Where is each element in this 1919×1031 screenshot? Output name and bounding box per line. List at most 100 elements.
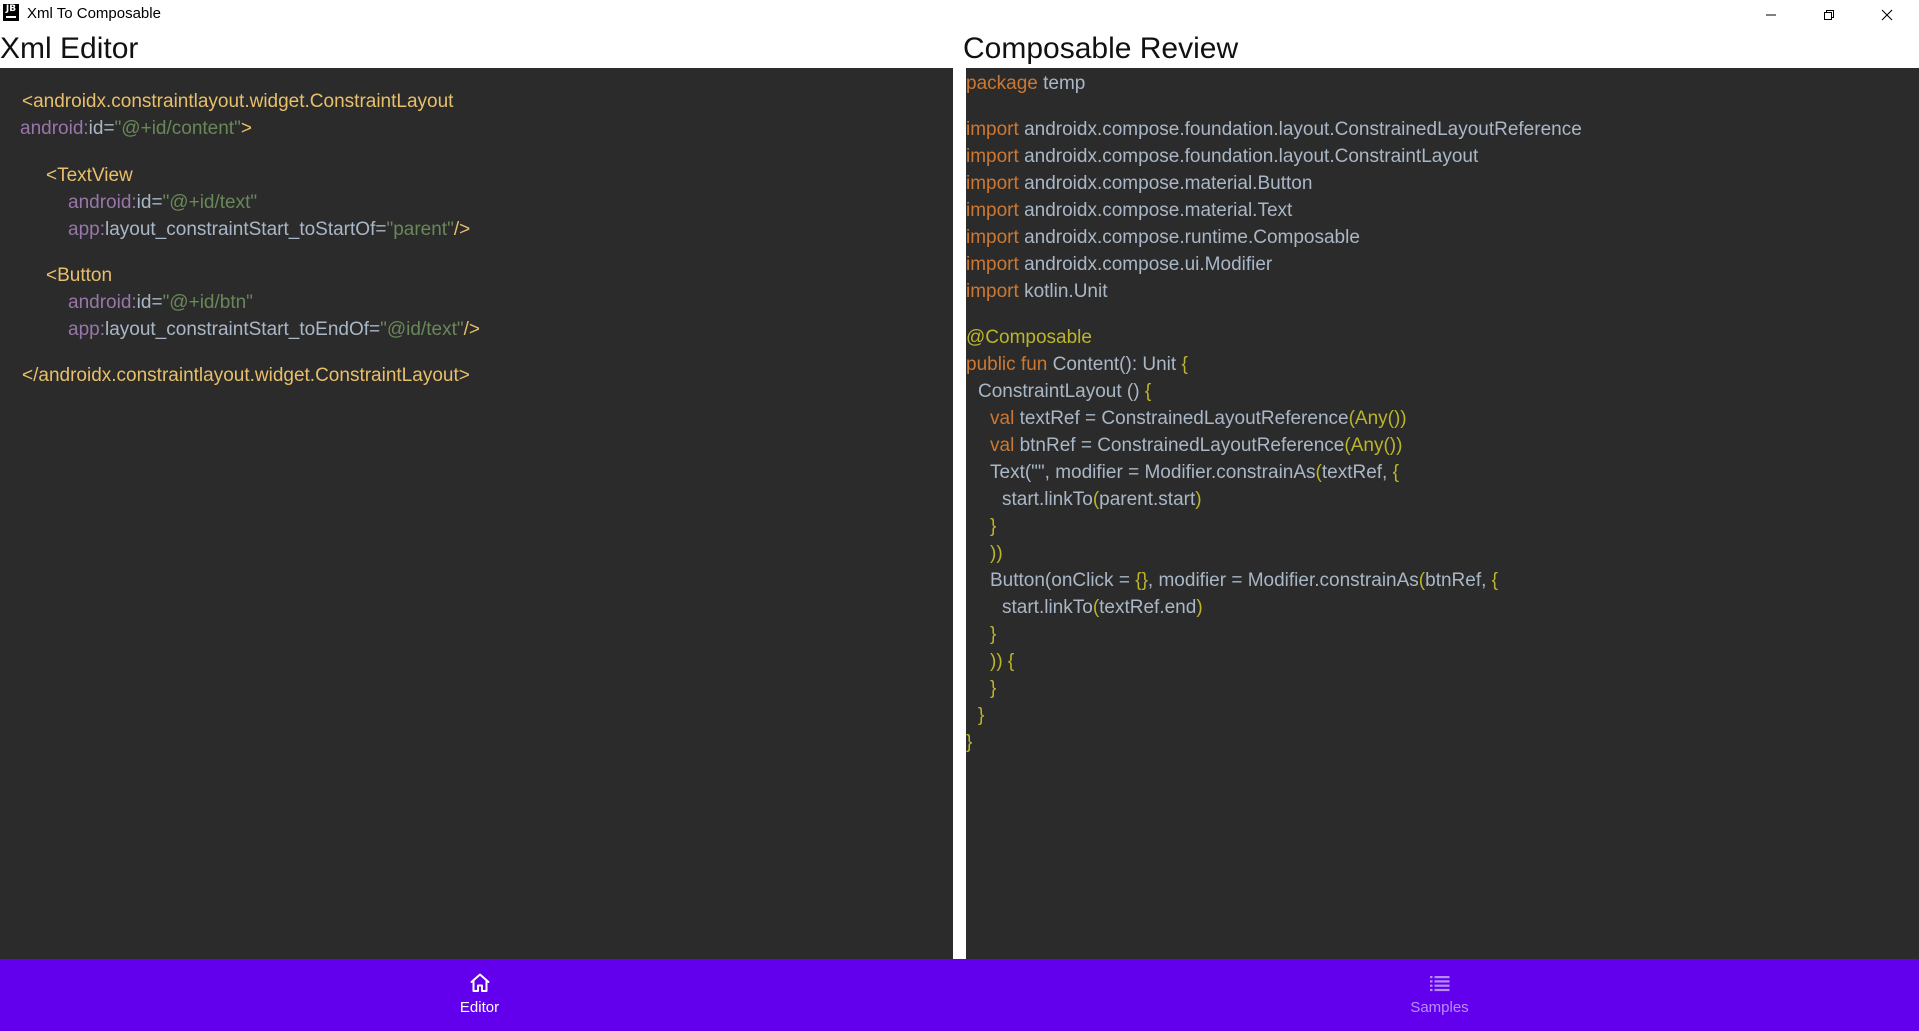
code-token: androidx.compose.foundation.layout.Const…: [1018, 119, 1582, 140]
code-line: val textRef = ConstrainedLayoutReference…: [990, 407, 1407, 431]
code-line: <androidx.constraintlayout.widget.Constr…: [22, 90, 453, 114]
code-token: androidx.compose.material.Button: [1018, 173, 1313, 194]
code-line: ConstraintLayout () {: [978, 380, 1151, 404]
code-token: layout_constraintStart_toEndOf=: [104, 319, 381, 340]
code-token: temp: [1037, 73, 1086, 94]
app-logo-icon: JB: [3, 4, 19, 21]
code-line: import androidx.compose.foundation.layou…: [966, 145, 1478, 169]
code-token: import: [966, 200, 1019, 221]
code-token: app:: [68, 219, 105, 240]
code-line: import androidx.compose.runtime.Composab…: [966, 226, 1360, 250]
code-token: {: [1491, 570, 1499, 591]
code-token: , modifier = Modifier.constrainAs: [1147, 570, 1419, 591]
bottom-navigation: Editor Samples: [0, 959, 1919, 1031]
code-token: "@id/text": [380, 319, 464, 340]
code-token: )): [990, 543, 1003, 564]
code-token: public fun: [966, 354, 1048, 375]
window-title: Xml To Composable: [27, 5, 161, 22]
code-line: <TextView: [46, 164, 133, 188]
list-icon: [1429, 976, 1449, 992]
code-token: {: [1181, 354, 1188, 375]
code-token: kotlin.Unit: [1018, 281, 1108, 302]
code-token: >: [240, 118, 252, 139]
code-line: }: [990, 677, 996, 701]
code-token: androidx.compose.ui.Modifier: [1018, 254, 1273, 275]
code-line: }: [990, 515, 996, 539]
code-token: (Any()): [1348, 408, 1407, 429]
nav-label-samples: Samples: [1410, 999, 1469, 1016]
code-token: "@+id/text": [162, 192, 258, 213]
code-token: <androidx.constraintlayout.widget.Constr…: [22, 91, 454, 112]
code-line: val btnRef = ConstrainedLayoutReference(…: [990, 434, 1402, 458]
code-token: import: [966, 119, 1019, 140]
code-token: {}: [1135, 570, 1148, 591]
code-line: import androidx.compose.foundation.layou…: [966, 118, 1582, 142]
code-token: textRef,: [1321, 462, 1393, 483]
restore-icon: [1824, 9, 1834, 20]
pane-divider: [953, 68, 966, 959]
code-line: android:id="@+id/content">: [20, 117, 252, 141]
code-line: import androidx.compose.material.Button: [966, 172, 1312, 196]
code-token: Text("", modifier = Modifier.constrainAs: [990, 462, 1316, 483]
code-token: layout_constraintStart_toStartOf=: [104, 219, 387, 240]
code-token: Button(onClick =: [990, 570, 1136, 591]
code-token: "@+id/content": [114, 118, 241, 139]
code-token: android:: [20, 118, 89, 139]
xml-editor[interactable]: <androidx.constraintlayout.widget.Constr…: [0, 68, 953, 959]
close-icon: [1881, 9, 1893, 20]
composable-review-title: Composable Review: [963, 32, 1239, 65]
nav-item-samples[interactable]: Samples: [960, 959, 1919, 1029]
code-line: )): [990, 542, 1003, 566]
code-token: ConstraintLayout (): [978, 381, 1145, 402]
code-line: Button(onClick = {}, modifier = Modifier…: [990, 569, 1498, 593]
code-line: Text("", modifier = Modifier.constrainAs…: [990, 461, 1399, 485]
code-token: }: [966, 732, 973, 753]
code-token: />: [453, 219, 471, 240]
code-line: public fun Content(): Unit {: [966, 353, 1188, 377]
nav-item-editor[interactable]: Editor: [0, 959, 959, 1029]
xml-editor-title: Xml Editor: [0, 32, 139, 65]
close-button[interactable]: [1858, 0, 1916, 29]
code-token: package: [966, 73, 1038, 94]
restore-button[interactable]: [1800, 0, 1858, 29]
code-token: Content(): Unit: [1047, 354, 1182, 375]
code-token: />: [463, 319, 480, 340]
code-token: (Any()): [1344, 435, 1403, 456]
code-token: import: [966, 173, 1019, 194]
code-token: id=: [136, 192, 163, 213]
code-token: }: [978, 705, 985, 726]
code-line: start.linkTo(textRef.end): [1002, 596, 1203, 620]
code-token: android:: [68, 292, 137, 313]
code-token: start.linkTo: [1002, 597, 1093, 618]
code-line: android:id="@+id/text": [68, 191, 257, 215]
code-token: import: [966, 254, 1019, 275]
code-line: start.linkTo(parent.start): [1002, 488, 1202, 512]
code-token: val: [990, 435, 1015, 456]
code-token: import: [966, 146, 1019, 167]
code-line: android:id="@+id/btn": [68, 291, 253, 315]
code-token: app:: [68, 319, 105, 340]
code-token: }: [990, 624, 997, 645]
code-token: parent.start: [1099, 489, 1196, 510]
minimize-button[interactable]: [1742, 0, 1800, 29]
nav-label-editor: Editor: [459, 999, 500, 1016]
code-token: )) {: [990, 651, 1015, 672]
code-token: </androidx.constraintlayout.widget.Const…: [22, 365, 470, 386]
title-bar: JB Xml To Composable: [0, 0, 1919, 29]
code-token: <TextView: [46, 165, 133, 186]
code-token: btnRef,: [1425, 570, 1492, 591]
code-line: app:layout_constraintStart_toEndOf="@id/…: [68, 318, 480, 342]
code-line: )) {: [990, 650, 1014, 674]
code-token: textRef.end: [1099, 597, 1197, 618]
code-line: <Button: [46, 264, 112, 288]
code-line: @Composable: [966, 326, 1092, 350]
code-token: id=: [88, 118, 115, 139]
code-line: }: [978, 704, 984, 728]
code-line: </androidx.constraintlayout.widget.Const…: [22, 364, 470, 388]
code-token: ): [1195, 489, 1202, 510]
code-token: "@+id/btn": [162, 292, 253, 313]
code-token: }: [990, 678, 997, 699]
code-token: btnRef = ConstrainedLayoutReference: [1014, 435, 1345, 456]
code-line: import androidx.compose.material.Text: [966, 199, 1292, 223]
code-token: {: [1144, 381, 1152, 402]
